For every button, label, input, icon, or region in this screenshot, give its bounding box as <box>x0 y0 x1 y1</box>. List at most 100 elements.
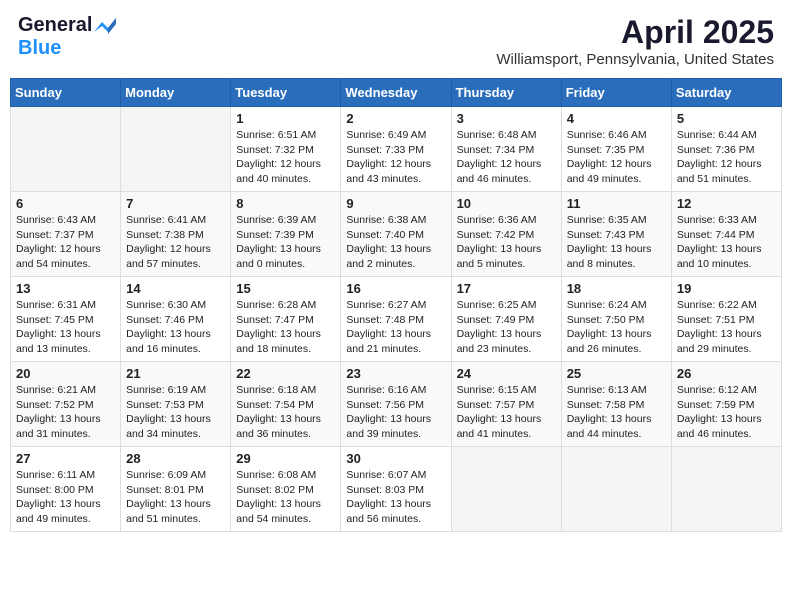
day-number: 8 <box>236 196 335 211</box>
day-info: Sunrise: 6:41 AM Sunset: 7:38 PM Dayligh… <box>126 213 225 272</box>
calendar-cell: 8 Sunrise: 6:39 AM Sunset: 7:39 PM Daylig… <box>231 192 341 277</box>
calendar-cell: 20Sunrise: 6:21 AM Sunset: 7:52 PM Dayli… <box>11 362 121 447</box>
day-info: Sunrise: 6:48 AM Sunset: 7:34 PM Dayligh… <box>457 128 556 187</box>
day-info: Sunrise: 6:43 AM Sunset: 7:37 PM Dayligh… <box>16 213 115 272</box>
calendar-cell: 9 Sunrise: 6:38 AM Sunset: 7:40 PM Daylig… <box>341 192 451 277</box>
day-number: 30 <box>346 451 445 466</box>
calendar-cell <box>11 107 121 192</box>
calendar-cell: 27Sunrise: 6:11 AM Sunset: 8:00 PM Dayli… <box>11 447 121 532</box>
day-info: Sunrise: 6:30 AM Sunset: 7:46 PM Dayligh… <box>126 298 225 357</box>
calendar-header-sunday: Sunday <box>11 79 121 107</box>
calendar-cell: 12 Sunrise: 6:33 AM Sunset: 7:44 PM Dayli… <box>671 192 781 277</box>
day-number: 15 <box>236 281 335 296</box>
day-info: Sunrise: 6:19 AM Sunset: 7:53 PM Dayligh… <box>126 383 225 442</box>
day-number: 7 <box>126 196 225 211</box>
calendar-cell: 17Sunrise: 6:25 AM Sunset: 7:49 PM Dayli… <box>451 277 561 362</box>
day-number: 6 <box>16 196 115 211</box>
day-info: Sunrise: 6:49 AM Sunset: 7:33 PM Dayligh… <box>346 128 445 187</box>
calendar-cell: 14 Sunrise: 6:30 AM Sunset: 7:46 PM Dayli… <box>121 277 231 362</box>
day-info: Sunrise: 6:22 AM Sunset: 7:51 PM Dayligh… <box>677 298 776 357</box>
calendar-cell: 25 Sunrise: 6:13 AM Sunset: 7:58 PM Dayli… <box>561 362 671 447</box>
day-number: 3 <box>457 111 556 126</box>
calendar-cell: 29 Sunrise: 6:08 AM Sunset: 8:02 PM Dayli… <box>231 447 341 532</box>
calendar-cell <box>451 447 561 532</box>
day-info: Sunrise: 6:07 AM Sunset: 8:03 PM Dayligh… <box>346 468 445 527</box>
day-info: Sunrise: 6:51 AM Sunset: 7:32 PM Dayligh… <box>236 128 335 187</box>
calendar-cell: 18 Sunrise: 6:24 AM Sunset: 7:50 PM Dayli… <box>561 277 671 362</box>
location-title: Williamsport, Pennsylvania, United State… <box>496 51 774 68</box>
calendar-header-friday: Friday <box>561 79 671 107</box>
calendar-cell: 26 Sunrise: 6:12 AM Sunset: 7:59 PM Dayli… <box>671 362 781 447</box>
logo-general-text: General <box>18 14 92 37</box>
day-number: 18 <box>567 281 666 296</box>
logo: General Blue <box>18 14 116 60</box>
day-number: 28 <box>126 451 225 466</box>
calendar-header-thursday: Thursday <box>451 79 561 107</box>
day-info: Sunrise: 6:31 AM Sunset: 7:45 PM Dayligh… <box>16 298 115 357</box>
day-info: Sunrise: 6:38 AM Sunset: 7:40 PM Dayligh… <box>346 213 445 272</box>
calendar-table: SundayMondayTuesdayWednesdayThursdayFrid… <box>10 78 782 532</box>
calendar-cell: 10 Sunrise: 6:36 AM Sunset: 7:42 PM Dayli… <box>451 192 561 277</box>
calendar-header-wednesday: Wednesday <box>341 79 451 107</box>
calendar-week-row: 27Sunrise: 6:11 AM Sunset: 8:00 PM Dayli… <box>11 447 782 532</box>
calendar-cell: 4 Sunrise: 6:46 AM Sunset: 7:35 PM Daylig… <box>561 107 671 192</box>
day-number: 29 <box>236 451 335 466</box>
day-number: 21 <box>126 366 225 381</box>
day-number: 10 <box>457 196 556 211</box>
calendar-header-monday: Monday <box>121 79 231 107</box>
day-number: 19 <box>677 281 776 296</box>
logo-bird-icon <box>94 18 116 34</box>
day-info: Sunrise: 6:09 AM Sunset: 8:01 PM Dayligh… <box>126 468 225 527</box>
month-title: April 2025 <box>496 14 774 51</box>
day-number: 23 <box>346 366 445 381</box>
day-number: 9 <box>346 196 445 211</box>
calendar-cell: 1 Sunrise: 6:51 AM Sunset: 7:32 PM Daylig… <box>231 107 341 192</box>
day-number: 20 <box>16 366 115 381</box>
day-number: 17 <box>457 281 556 296</box>
day-info: Sunrise: 6:39 AM Sunset: 7:39 PM Dayligh… <box>236 213 335 272</box>
day-info: Sunrise: 6:18 AM Sunset: 7:54 PM Dayligh… <box>236 383 335 442</box>
day-info: Sunrise: 6:27 AM Sunset: 7:48 PM Dayligh… <box>346 298 445 357</box>
day-info: Sunrise: 6:33 AM Sunset: 7:44 PM Dayligh… <box>677 213 776 272</box>
day-number: 5 <box>677 111 776 126</box>
day-info: Sunrise: 6:36 AM Sunset: 7:42 PM Dayligh… <box>457 213 556 272</box>
day-number: 25 <box>567 366 666 381</box>
calendar-cell: 22 Sunrise: 6:18 AM Sunset: 7:54 PM Dayli… <box>231 362 341 447</box>
day-number: 27 <box>16 451 115 466</box>
day-number: 11 <box>567 196 666 211</box>
day-info: Sunrise: 6:46 AM Sunset: 7:35 PM Dayligh… <box>567 128 666 187</box>
calendar-cell: 19 Sunrise: 6:22 AM Sunset: 7:51 PM Dayli… <box>671 277 781 362</box>
day-info: Sunrise: 6:35 AM Sunset: 7:43 PM Dayligh… <box>567 213 666 272</box>
calendar-cell <box>121 107 231 192</box>
day-info: Sunrise: 6:13 AM Sunset: 7:58 PM Dayligh… <box>567 383 666 442</box>
calendar-cell: 5Sunrise: 6:44 AM Sunset: 7:36 PM Daylig… <box>671 107 781 192</box>
day-number: 1 <box>236 111 335 126</box>
calendar-cell <box>561 447 671 532</box>
calendar-cell <box>671 447 781 532</box>
day-number: 4 <box>567 111 666 126</box>
day-number: 22 <box>236 366 335 381</box>
calendar-cell: 6 Sunrise: 6:43 AM Sunset: 7:37 PM Daylig… <box>11 192 121 277</box>
day-number: 26 <box>677 366 776 381</box>
day-number: 2 <box>346 111 445 126</box>
day-info: Sunrise: 6:15 AM Sunset: 7:57 PM Dayligh… <box>457 383 556 442</box>
day-number: 16 <box>346 281 445 296</box>
calendar-week-row: 1 Sunrise: 6:51 AM Sunset: 7:32 PM Daylig… <box>11 107 782 192</box>
calendar-week-row: 20Sunrise: 6:21 AM Sunset: 7:52 PM Dayli… <box>11 362 782 447</box>
calendar-cell: 23 Sunrise: 6:16 AM Sunset: 7:56 PM Dayli… <box>341 362 451 447</box>
day-number: 14 <box>126 281 225 296</box>
day-info: Sunrise: 6:28 AM Sunset: 7:47 PM Dayligh… <box>236 298 335 357</box>
page-header: General Blue April 2025 Williamsport, Pe… <box>10 10 782 72</box>
logo-blue-text: Blue <box>18 37 61 59</box>
day-info: Sunrise: 6:08 AM Sunset: 8:02 PM Dayligh… <box>236 468 335 527</box>
calendar-cell: 7 Sunrise: 6:41 AM Sunset: 7:38 PM Daylig… <box>121 192 231 277</box>
calendar-cell: 24Sunrise: 6:15 AM Sunset: 7:57 PM Dayli… <box>451 362 561 447</box>
calendar-header-tuesday: Tuesday <box>231 79 341 107</box>
day-info: Sunrise: 6:24 AM Sunset: 7:50 PM Dayligh… <box>567 298 666 357</box>
day-info: Sunrise: 6:16 AM Sunset: 7:56 PM Dayligh… <box>346 383 445 442</box>
calendar-cell: 15 Sunrise: 6:28 AM Sunset: 7:47 PM Dayli… <box>231 277 341 362</box>
day-number: 12 <box>677 196 776 211</box>
calendar-week-row: 6 Sunrise: 6:43 AM Sunset: 7:37 PM Daylig… <box>11 192 782 277</box>
day-info: Sunrise: 6:12 AM Sunset: 7:59 PM Dayligh… <box>677 383 776 442</box>
calendar-cell: 13Sunrise: 6:31 AM Sunset: 7:45 PM Dayli… <box>11 277 121 362</box>
